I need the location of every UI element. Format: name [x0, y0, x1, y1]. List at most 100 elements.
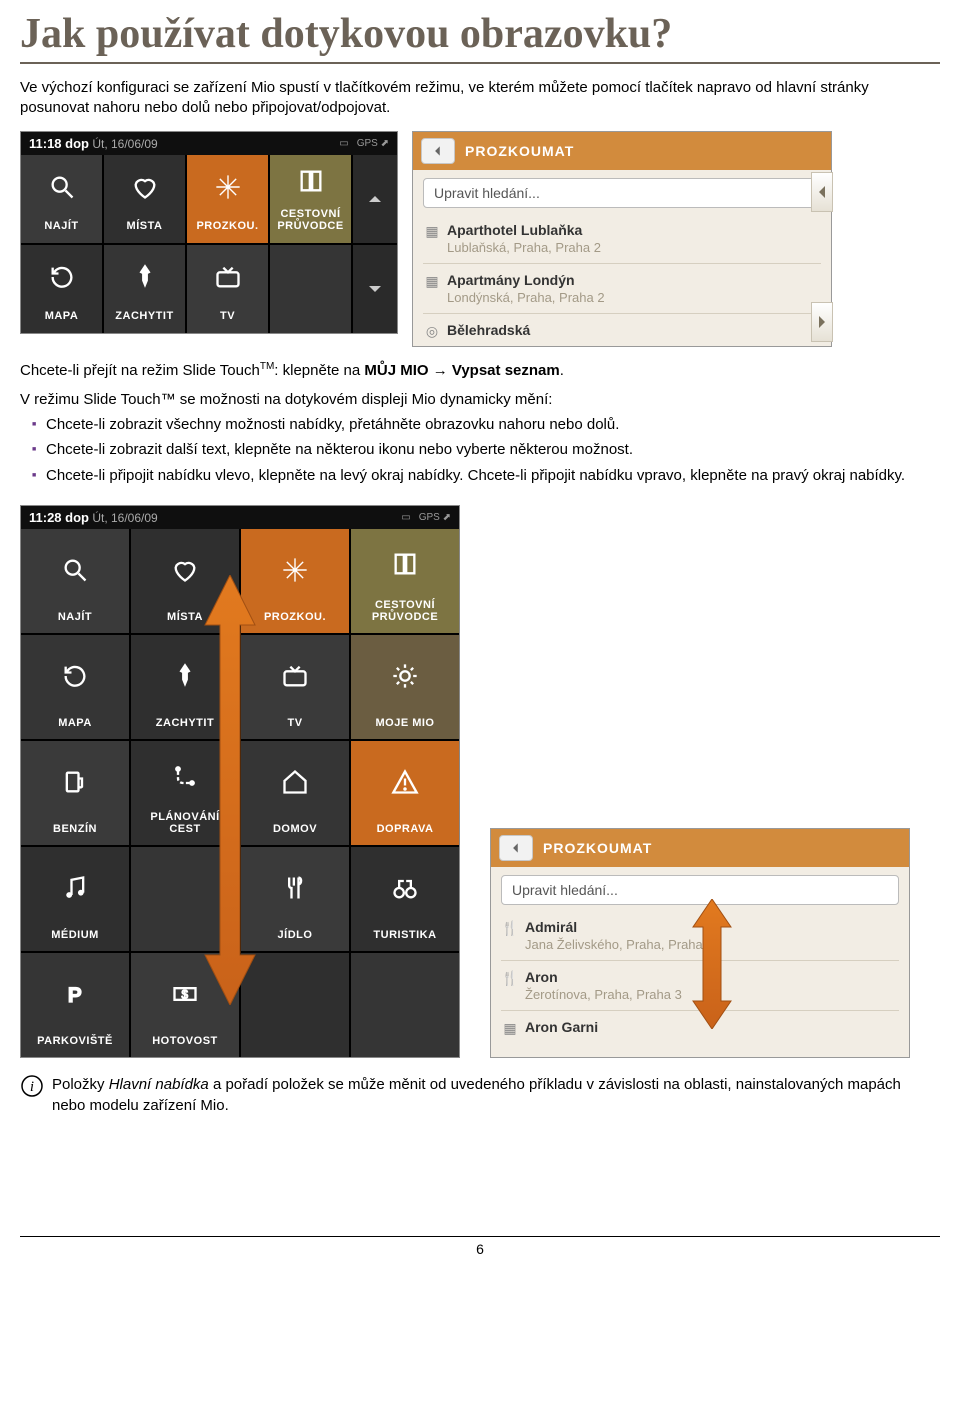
info-note: i Položky Hlavní nabídka a pořadí polože…: [20, 1074, 940, 1116]
phone1-clock: 11:18 dop Út, 16/06/09: [29, 136, 158, 151]
fork-icon: 🍴: [501, 970, 519, 987]
phone-screenshot-button-mode: 11:18 dop Út, 16/06/09 ▭ GPS ⬈ NAJÍT MÍS…: [20, 131, 398, 334]
book-icon: [391, 529, 419, 599]
intro-paragraph: Ve výchozí konfiguraci se zařízení Mio s…: [20, 78, 940, 119]
bullet-list: Chcete-li zobrazit všechny možnosti nabí…: [20, 414, 940, 487]
tile-parkovi-t[interactable]: PPARKOVIŠTĚ: [21, 953, 129, 1057]
tile-turistika[interactable]: TURISTIKA: [351, 847, 459, 951]
search-icon: [48, 155, 76, 221]
tile-hotovost[interactable]: $HOTOVOST: [131, 953, 239, 1057]
gps-icon: GPS ⬈: [357, 138, 389, 149]
grid-icon: ▦: [501, 1020, 519, 1037]
tile-zachytit[interactable]: ZACHYTIT: [104, 245, 185, 333]
tile-zachytit[interactable]: ZACHYTIT: [131, 635, 239, 739]
svg-text:$: $: [181, 988, 188, 1001]
phone-screenshot-slide-mode: 11:28 dop Út, 16/06/09 ▭ GPS ⬈ NAJÍTMÍST…: [20, 505, 460, 1058]
list-item[interactable]: 🍴 Admirál Jana Želivského, Praha, Praha …: [501, 911, 899, 960]
loop-icon: [48, 245, 76, 311]
tile-prozkoumat[interactable]: PROZKOU.: [187, 155, 268, 243]
scroll-up-button[interactable]: [353, 155, 397, 243]
battery-icon: ▭: [339, 138, 348, 149]
pin-icon: [131, 245, 159, 311]
panel-arrow-left[interactable]: [811, 172, 833, 212]
page-footer: 6: [20, 1236, 940, 1257]
tile-mapa[interactable]: MAPA: [21, 635, 129, 739]
tile-j-dlo[interactable]: JÍDLO: [241, 847, 349, 951]
bullet-item: Chcete-li zobrazit všechny možnosti nabí…: [32, 414, 940, 436]
tile-empty: [270, 245, 351, 333]
battery-icon: ▭: [401, 512, 410, 523]
heart-icon: [131, 155, 159, 221]
tv-icon: [281, 635, 309, 717]
svg-text:i: i: [30, 1079, 34, 1095]
sparkle-icon: [281, 529, 309, 611]
fork-icon: 🍴: [501, 920, 519, 937]
prozkoumat-panel-1: PROZKOUMAT Upravit hledání... ▦ Aparthot…: [412, 131, 832, 347]
target-icon: ◎: [423, 323, 441, 340]
figure-row-2: 11:28 dop Út, 16/06/09 ▭ GPS ⬈ NAJÍTMÍST…: [20, 505, 940, 1058]
tile-m-sta[interactable]: MÍSTA: [131, 529, 239, 633]
music-icon: [61, 847, 89, 929]
tile-moje-mio[interactable]: MOJE MIO: [351, 635, 459, 739]
tile-domov[interactable]: DOMOV: [241, 741, 349, 845]
tile-tv[interactable]: TV: [187, 245, 268, 333]
book-icon: [297, 155, 325, 209]
tile-prozkou[interactable]: PROZKOU.: [241, 529, 349, 633]
tile-doprava[interactable]: DOPRAVA: [351, 741, 459, 845]
list-item[interactable]: 🍴 Aron Žerotínova, Praha, Praha 3: [501, 960, 899, 1010]
search-input[interactable]: Upravit hledání...: [501, 875, 899, 905]
tile-pl-nov-n-cest[interactable]: PLÁNOVÁNÍ CEST: [131, 741, 239, 845]
instruction-dynamic: V režimu Slide Touch™ se možnosti na dot…: [20, 391, 940, 408]
tile-tv[interactable]: TV: [241, 635, 349, 739]
phone2-statusbar: 11:28 dop Út, 16/06/09 ▭ GPS ⬈: [21, 506, 459, 529]
tile-empty: [241, 953, 349, 1057]
page-title: Jak používat dotykovou obrazovku?: [20, 10, 940, 64]
tile-najit[interactable]: NAJÍT: [21, 155, 102, 243]
parking-icon: P: [61, 953, 89, 1035]
bullet-item: Chcete-li připojit nabídku vlevo, klepně…: [32, 465, 940, 487]
panel2-title: PROZKOUMAT: [543, 840, 652, 856]
list-item[interactable]: ▦ Apartmány Londýn Londýnská, Praha, Pra…: [423, 263, 821, 313]
grid-icon: ▦: [423, 273, 441, 290]
page-number: 6: [476, 1241, 484, 1257]
list-item[interactable]: ▦ Aron Garni: [501, 1010, 899, 1043]
back-button[interactable]: [421, 138, 455, 164]
instruction-slide-touch: Chcete-li přejít na režim Slide TouchTM:…: [20, 361, 940, 379]
gps-icon: GPS ⬈: [419, 512, 451, 523]
prozkoumat-panel-2: PROZKOUMAT Upravit hledání... 🍴 Admirál …: [490, 828, 910, 1058]
panel1-title: PROZKOUMAT: [465, 143, 574, 159]
tile-pruvodce[interactable]: CESTOVNÍ PRŮVODCE: [270, 155, 351, 243]
search-icon: [61, 529, 89, 611]
list-item[interactable]: ▦ Aparthotel Lublaňka Lublaňská, Praha, …: [423, 214, 821, 263]
scroll-down-button[interactable]: [353, 245, 397, 333]
info-icon: i: [20, 1074, 44, 1098]
tile-empty: [351, 953, 459, 1057]
cash-icon: $: [171, 953, 199, 1035]
tile-m-dium[interactable]: MÉDIUM: [21, 847, 129, 951]
tile-naj-t[interactable]: NAJÍT: [21, 529, 129, 633]
gear-icon: [391, 635, 419, 717]
search-input[interactable]: Upravit hledání...: [423, 178, 821, 208]
loop-icon: [61, 635, 89, 717]
sparkle-icon: [214, 155, 242, 221]
panel-arrow-right[interactable]: [811, 302, 833, 342]
figure-row-1: 11:18 dop Út, 16/06/09 ▭ GPS ⬈ NAJÍT MÍS…: [20, 131, 940, 347]
bullet-item: Chcete-li zobrazit další text, klepněte …: [32, 439, 940, 461]
tile-mapa[interactable]: MAPA: [21, 245, 102, 333]
tv-icon: [214, 245, 242, 311]
pin-icon: [171, 635, 199, 717]
phone1-statusbar: 11:18 dop Út, 16/06/09 ▭ GPS ⬈: [21, 132, 397, 155]
fork-icon: [281, 847, 309, 929]
phone2-clock: 11:28 dop Út, 16/06/09: [29, 510, 158, 525]
tile-empty: [131, 847, 239, 951]
fuel-icon: [61, 741, 89, 823]
warn-icon: [391, 741, 419, 823]
binoc-icon: [391, 847, 419, 929]
heart-icon: [171, 529, 199, 611]
tile-mista[interactable]: MÍSTA: [104, 155, 185, 243]
tile-benz-n[interactable]: BENZÍN: [21, 741, 129, 845]
tile-cestovn-pr-vodce[interactable]: CESTOVNÍ PRŮVODCE: [351, 529, 459, 633]
route-icon: [171, 741, 199, 811]
back-button[interactable]: [499, 835, 533, 861]
list-item[interactable]: ◎ Bělehradská: [423, 313, 821, 346]
